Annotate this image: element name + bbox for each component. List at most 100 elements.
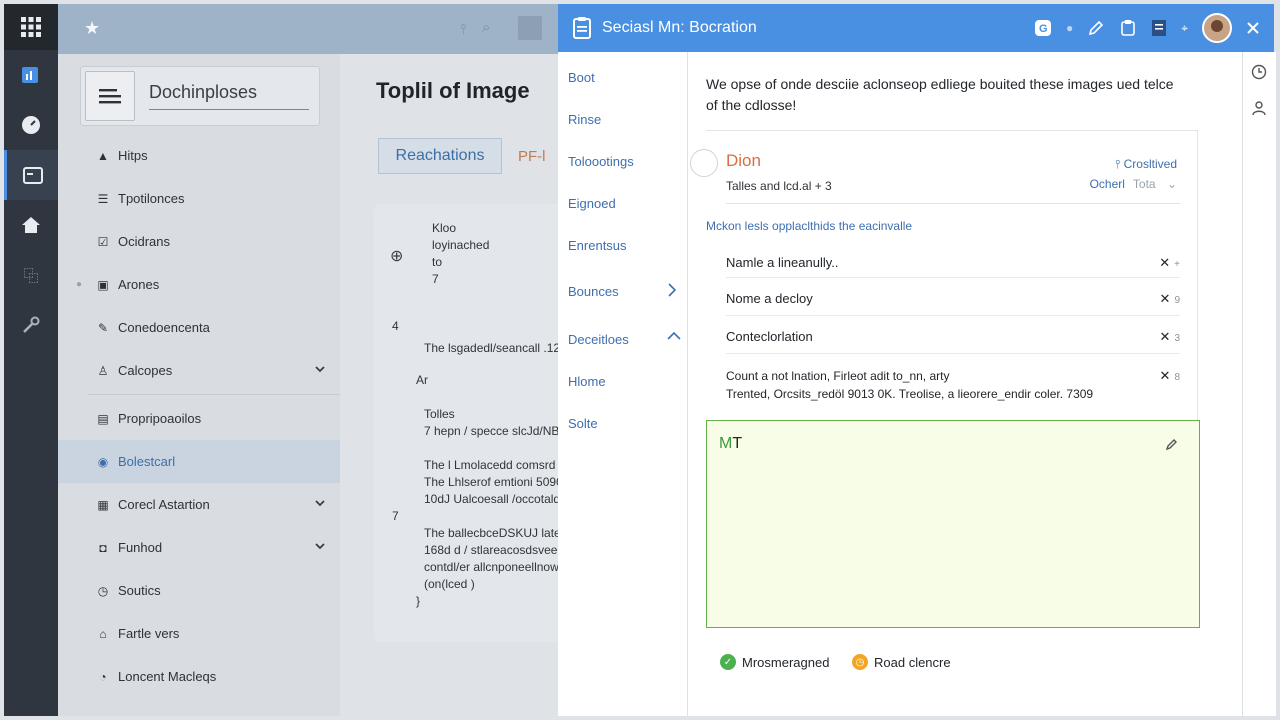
- window-title: Seciasl Mn: Bocration: [602, 19, 757, 36]
- nav-item[interactable]: ● ▣ Arones: [58, 263, 340, 306]
- notes-icon[interactable]: [1151, 19, 1167, 37]
- nav-item-selected[interactable]: ◉ Bolestcarl: [58, 440, 340, 483]
- nav-item[interactable]: ▤ Propripoaoilos: [58, 397, 340, 440]
- search-icon[interactable]: ⌕: [482, 19, 490, 36]
- chevron-down-icon[interactable]: [314, 363, 326, 375]
- chevron-up-icon[interactable]: [666, 330, 682, 342]
- detail-card: Dion Talles and lcd.al + 3 ⫯ Crosltived …: [690, 130, 1198, 430]
- window-sidebar: Boot Rinse Toloootings Eignoed Enrentsus…: [558, 52, 688, 716]
- status-label: Mrosmeragned: [742, 654, 830, 670]
- clipboard-icon[interactable]: [1119, 19, 1137, 37]
- list-item[interactable]: Count a not lnation, Firleot adit to_nn,…: [726, 367, 1180, 403]
- divider: [726, 353, 1180, 354]
- language-icon: ⿻: [23, 267, 39, 285]
- status-link[interactable]: ⫯ Crosltived: [1115, 157, 1177, 172]
- rail-wrench-button[interactable]: [4, 300, 58, 350]
- status-item: ◷ Road clencre: [852, 654, 951, 670]
- remove-button[interactable]: ✕ 3: [1160, 329, 1180, 345]
- sidebar-item-label: Rinse: [568, 112, 602, 127]
- card-text: contdl/er allcnponeellnow: [424, 560, 559, 574]
- note-editor[interactable]: MT: [706, 420, 1200, 628]
- sidebar-item[interactable]: Hlome: [568, 374, 606, 389]
- edit-pen-icon[interactable]: [1165, 437, 1179, 451]
- card-text: The ballecbceDSKUJ late: [424, 526, 561, 540]
- chevron-down-icon[interactable]: [314, 497, 326, 509]
- remove-button[interactable]: ✕ 9: [1160, 291, 1180, 307]
- sidebar-item[interactable]: Boot: [568, 70, 595, 85]
- divider: [726, 315, 1180, 316]
- tag-icon: ⌂: [99, 626, 107, 641]
- checkbox-icon: ☑: [97, 234, 109, 249]
- person-icon: ♙: [97, 363, 109, 378]
- nav-item[interactable]: ✎ Conedoencenta: [58, 306, 340, 349]
- card-text: Kloo: [432, 221, 457, 235]
- apps-grid-button[interactable]: [4, 4, 58, 50]
- nav-item[interactable]: ◔ Loncent Macleqs: [58, 655, 340, 698]
- nav-item[interactable]: ◘ Funhod: [58, 526, 340, 569]
- sidebar-item[interactable]: Eignoed: [568, 196, 616, 211]
- google-icon[interactable]: G: [1034, 19, 1052, 37]
- owner-select[interactable]: Ocherl Tota ⌄: [1090, 177, 1177, 191]
- detail-window: Seciasl Mn: Bocration G ● ⌖ Boot Rinse T…: [558, 4, 1274, 716]
- rail-lang-button[interactable]: ⿻: [4, 250, 58, 300]
- nav-item-label: Funhod: [118, 540, 163, 555]
- sidebar-item-label: Solte: [568, 416, 598, 431]
- nav-item-label: Soutics: [118, 583, 161, 598]
- user-icon[interactable]: [1251, 100, 1267, 116]
- remove-button[interactable]: ✕ +: [1159, 255, 1180, 271]
- person-small-icon[interactable]: ●: [1066, 21, 1073, 35]
- list-item[interactable]: Nome a decloy ✕ 9: [726, 291, 1180, 306]
- sidebar-item[interactable]: Toloootings: [568, 154, 634, 169]
- pin-icon[interactable]: ⌖: [1181, 21, 1188, 36]
- page-title: Toplil of Image: [376, 78, 530, 103]
- list-item-label: Count a not lnation, Firleot adit to_nn,…: [726, 369, 950, 383]
- close-icon[interactable]: [1246, 21, 1260, 35]
- row-badge: +: [1174, 259, 1180, 270]
- nav-item[interactable]: ☑ Ocidrans: [58, 220, 340, 263]
- owner-label: Ocherl: [1089, 177, 1125, 191]
- note-body: T: [732, 435, 743, 452]
- wrench-icon: [23, 316, 40, 333]
- document-icon: [573, 17, 591, 39]
- clock-icon[interactable]: [1251, 64, 1267, 80]
- star-icon[interactable]: ★: [84, 18, 100, 39]
- clock-icon: ◷: [852, 654, 868, 670]
- nav-item[interactable]: ▦ Corecl Astartion: [58, 483, 340, 526]
- rail-gauge-button[interactable]: [4, 100, 58, 150]
- sidebar-item[interactable]: Bounces: [568, 283, 677, 299]
- nav-item[interactable]: ♙ Calcopes: [58, 349, 340, 392]
- rail-home-button[interactable]: [4, 200, 58, 250]
- nav-item-label: Hitps: [118, 148, 148, 163]
- chevron-down-icon[interactable]: [314, 540, 326, 552]
- nav-item[interactable]: ◷ Soutics: [58, 569, 340, 612]
- menu-button[interactable]: [85, 71, 135, 121]
- chevron-right-icon[interactable]: [666, 282, 678, 298]
- sidebar-item[interactable]: Enrentsus: [568, 238, 627, 253]
- remove-button[interactable]: ✕ 8: [1160, 367, 1180, 387]
- window-content: We opse of onde desciie aclonseop edlieg…: [688, 52, 1242, 716]
- card-text: The l Lmolacedd comsrd: [424, 458, 556, 472]
- rail-chart-button[interactable]: [4, 50, 58, 100]
- avatar[interactable]: [1202, 13, 1232, 43]
- save-icon[interactable]: [518, 16, 542, 40]
- crosshair-icon[interactable]: ⊕: [390, 246, 403, 266]
- note-initials: M: [719, 435, 733, 452]
- nav-item[interactable]: ▲ Hitps: [58, 134, 340, 177]
- sidebar-item-label: Boot: [568, 70, 595, 85]
- nav-item[interactable]: ☰ Tpotilonces: [58, 177, 340, 220]
- rail-calendar-button[interactable]: [4, 150, 58, 200]
- filter-icon[interactable]: ⫯: [460, 21, 466, 38]
- list-item[interactable]: Conteclorlation ✕ 3: [726, 329, 1180, 344]
- row-badge: 3: [1174, 333, 1180, 344]
- row-badge: 8: [1174, 372, 1180, 383]
- drag-handle-icon[interactable]: ●: [76, 279, 82, 290]
- nav-item[interactable]: ⌂ Fartle vers: [58, 612, 340, 655]
- select-radio[interactable]: [690, 149, 718, 177]
- sidebar-item[interactable]: Solte: [568, 416, 598, 431]
- sidebar-item[interactable]: Deceitloes: [568, 331, 681, 347]
- reachations-button[interactable]: Reachations: [378, 138, 502, 174]
- list-item[interactable]: Namle a lineanully.. ✕ +: [726, 255, 1180, 270]
- pen-icon[interactable]: [1087, 19, 1105, 37]
- tab-label[interactable]: PF-l: [518, 148, 546, 165]
- sidebar-item[interactable]: Rinse: [568, 112, 601, 127]
